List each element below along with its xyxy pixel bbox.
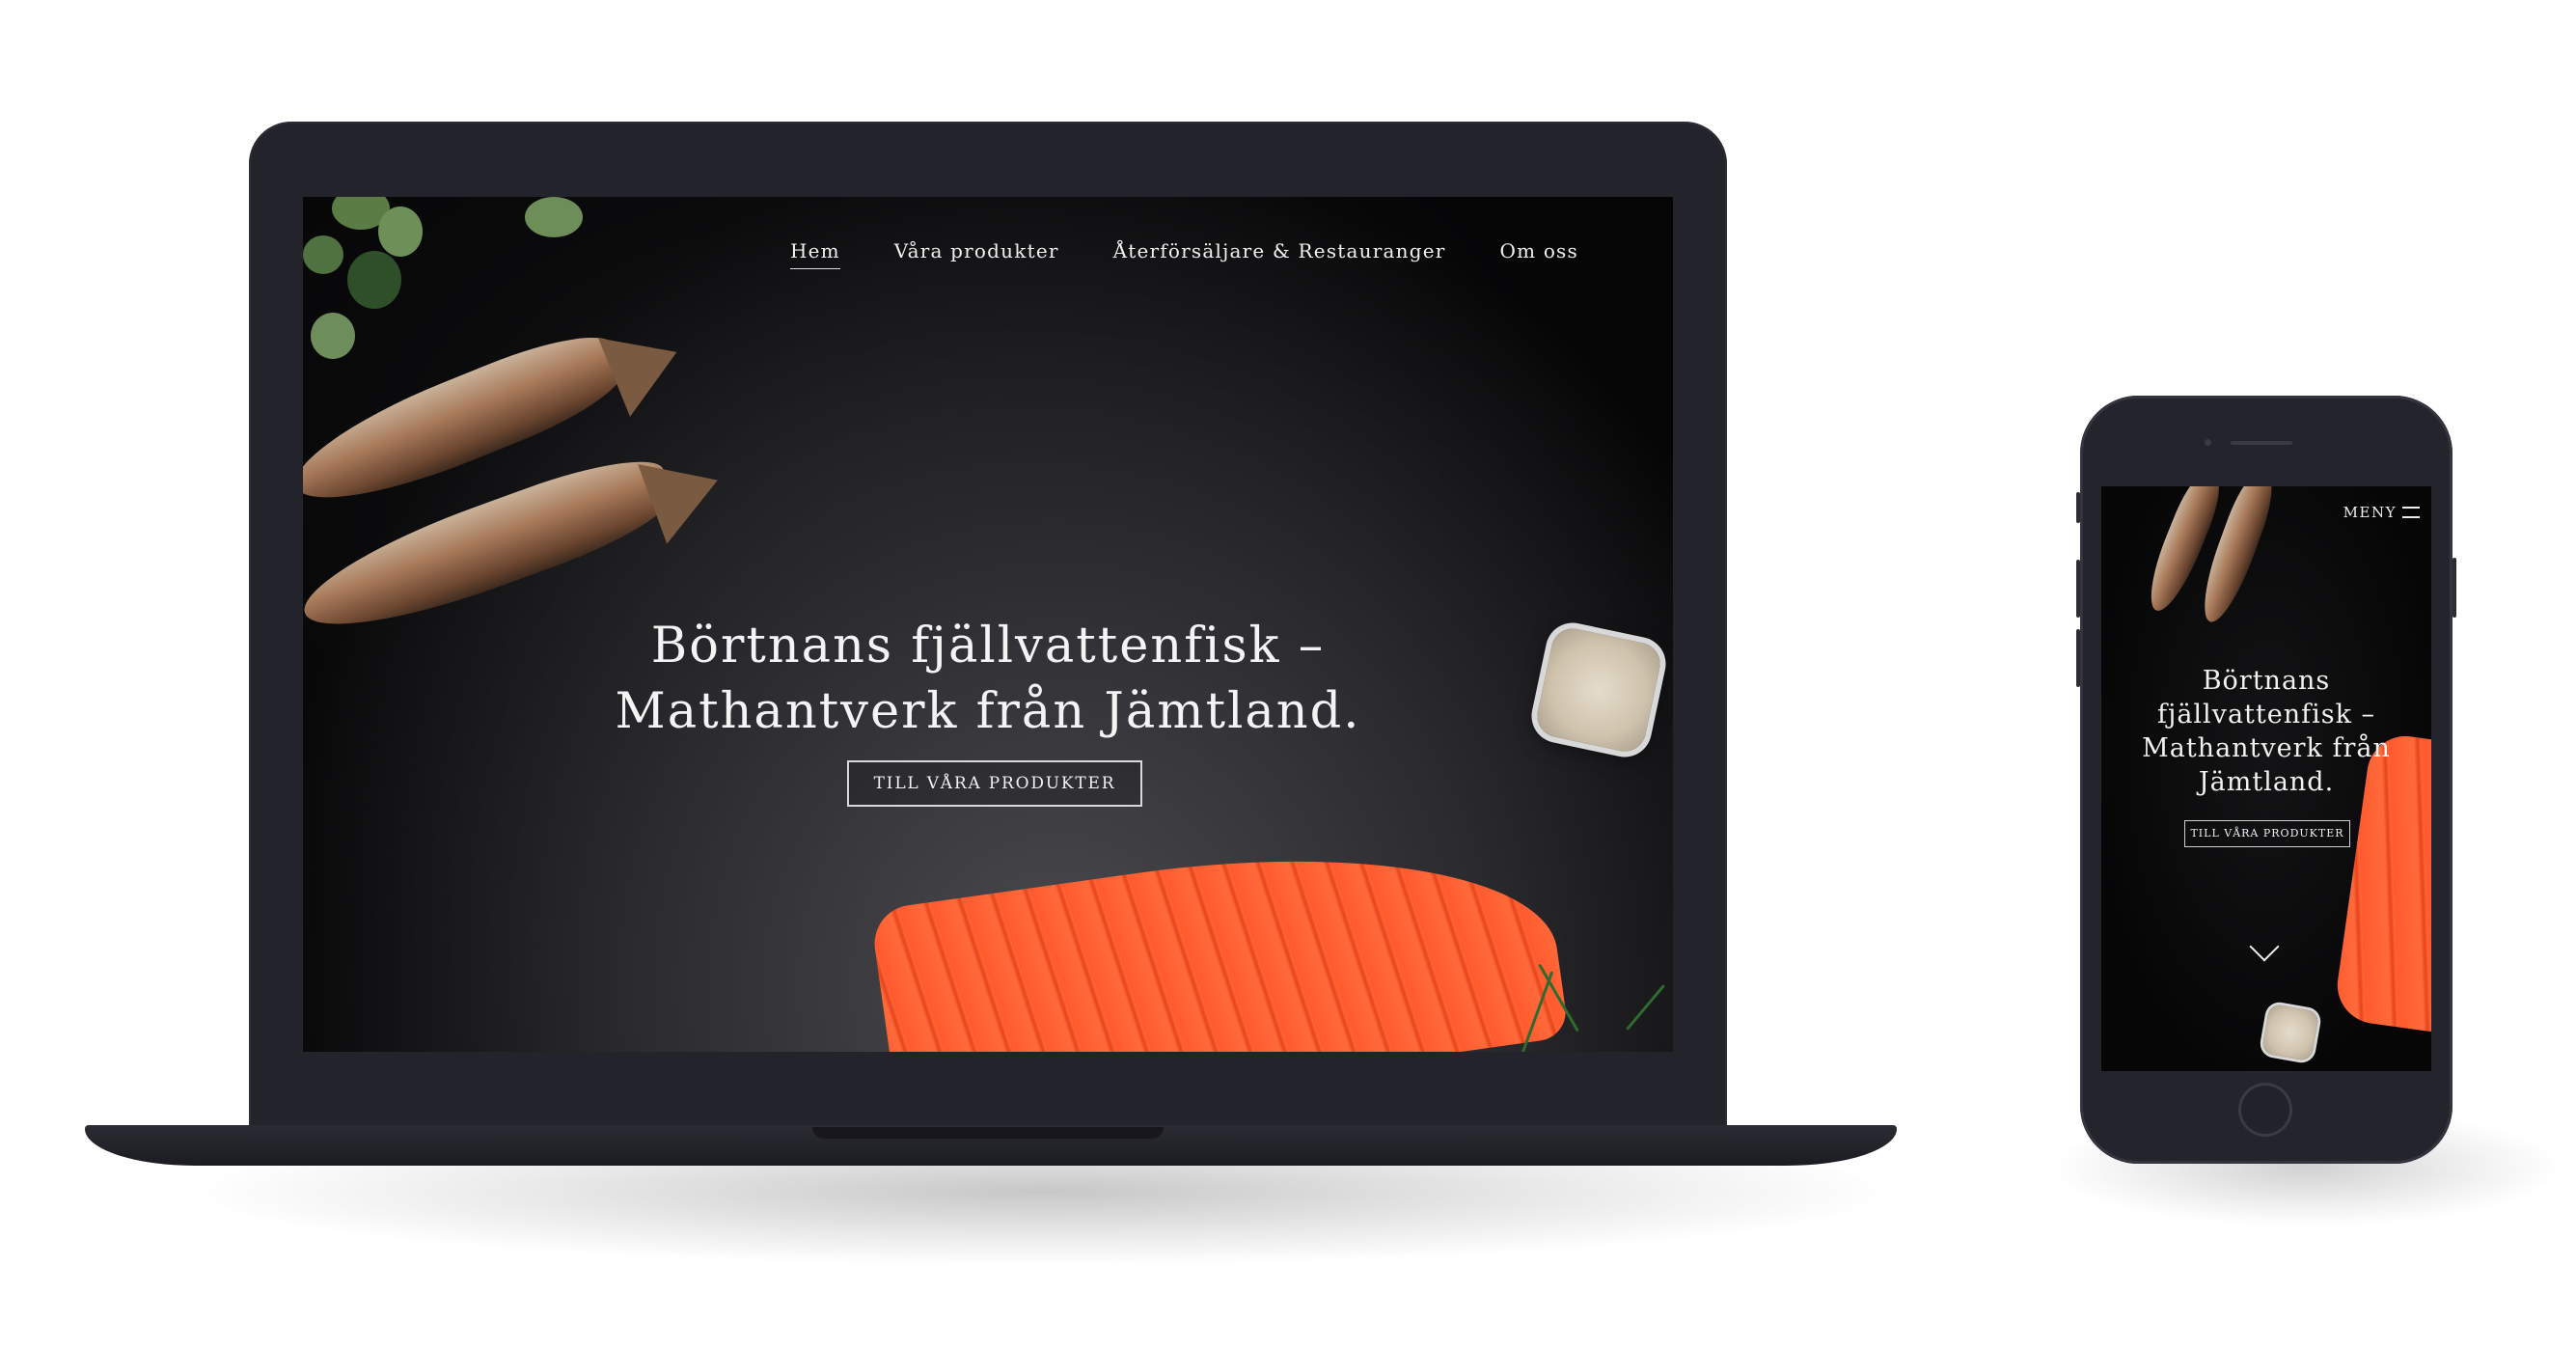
hero-title: Börtnans fjällvattenfisk – Mathantverk f… bbox=[303, 614, 1673, 745]
mobile-hero-title-line-4: Jämtland. bbox=[2198, 767, 2335, 797]
leaf-decoration bbox=[303, 235, 343, 274]
hero-title-line-2: Mathantverk från Jämtland. bbox=[615, 683, 1361, 741]
desktop-screen: Hem Våra produkter Återförsäljare & Rest… bbox=[303, 197, 1673, 1052]
phone-volume-button bbox=[2076, 629, 2080, 687]
leaf-decoration bbox=[311, 313, 355, 359]
nav-item-aterforsaljare[interactable]: Återförsäljare & Restauranger bbox=[1113, 239, 1446, 269]
phone-camera bbox=[2205, 439, 2211, 446]
dip-bowl-image bbox=[2261, 1003, 2320, 1062]
leaf-decoration bbox=[525, 197, 583, 237]
fish-tail bbox=[598, 313, 693, 417]
mobile-hero-title-line-1: Börtnans bbox=[2202, 666, 2331, 696]
laptop-notch bbox=[812, 1127, 1164, 1139]
phone-side-button bbox=[2076, 492, 2080, 523]
phone-power-button bbox=[2453, 558, 2456, 618]
hamburger-icon bbox=[2402, 507, 2420, 518]
mobile-hero-title-line-2: fjällvattenfisk – bbox=[2156, 700, 2376, 730]
fish-tail bbox=[638, 440, 732, 544]
main-nav: Hem Våra produkter Återförsäljare & Rest… bbox=[789, 239, 1579, 269]
products-cta-button[interactable]: TILL VÅRA PRODUKTER bbox=[847, 760, 1142, 807]
dill-decoration bbox=[1626, 984, 1665, 1031]
chevron-down-icon[interactable] bbox=[2249, 931, 2280, 962]
nav-item-vara-produkter[interactable]: Våra produkter bbox=[894, 239, 1059, 269]
leaf-decoration bbox=[378, 206, 423, 257]
salmon-fillet-image bbox=[869, 816, 1570, 1052]
nav-item-om-oss[interactable]: Om oss bbox=[1500, 239, 1579, 269]
mobile-products-cta-button[interactable]: TILL VÅRA PRODUKTER bbox=[2184, 820, 2350, 847]
leaf-decoration bbox=[347, 251, 401, 309]
phone-volume-button bbox=[2076, 560, 2080, 618]
mobile-menu-label: MENY bbox=[2343, 504, 2397, 521]
mobile-hero-title: Börtnans fjällvattenfisk – Mathantverk f… bbox=[2130, 664, 2402, 799]
mobile-hero-title-line-3: Mathantverk från bbox=[2142, 733, 2391, 763]
mobile-menu-button[interactable]: MENY bbox=[2343, 504, 2420, 521]
hero-title-line-1: Börtnans fjällvattenfisk – bbox=[650, 618, 1326, 675]
nav-item-hem[interactable]: Hem bbox=[789, 239, 840, 269]
phone-speaker bbox=[2231, 441, 2292, 445]
phone-home-button[interactable] bbox=[2238, 1083, 2292, 1137]
mobile-screen: MENY Börtnans fjällvattenfisk – Mathantv… bbox=[2101, 486, 2431, 1071]
